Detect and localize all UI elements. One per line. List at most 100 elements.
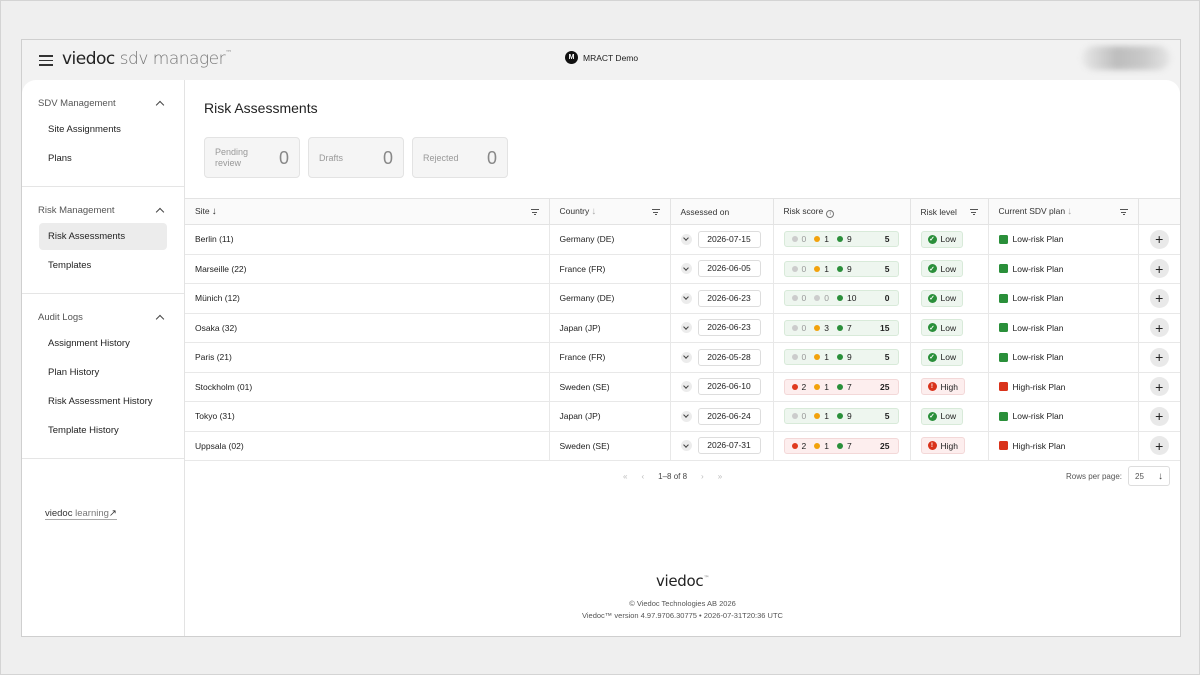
chevron-down-icon[interactable] bbox=[680, 233, 692, 245]
pagination: « ‹ 1–8 of 8 › » bbox=[623, 472, 722, 481]
chevron-down-icon[interactable] bbox=[680, 292, 692, 304]
red-dot-icon bbox=[791, 265, 798, 272]
plan-name[interactable]: High-risk Plan bbox=[1013, 441, 1066, 451]
add-button[interactable]: + bbox=[1149, 288, 1169, 308]
chevron-down-icon[interactable] bbox=[680, 322, 692, 334]
sidebar-item-templates[interactable]: Templates bbox=[39, 252, 167, 279]
risk-level-badge: ! High bbox=[920, 378, 965, 396]
filter-icon[interactable] bbox=[1119, 209, 1128, 215]
cell-risk-score: 2 1 7 25 bbox=[773, 431, 911, 461]
cell-site: Münich (12) bbox=[185, 283, 550, 314]
plan-color-square bbox=[998, 234, 1008, 244]
risk-score-badge: 0 1 9 5 bbox=[783, 408, 899, 425]
viedoc-learning-link[interactable]: viedoc learning↗ bbox=[45, 508, 117, 520]
plan-name[interactable]: Low-risk Plan bbox=[1013, 293, 1064, 303]
assessed-date[interactable]: 2026-06-24 bbox=[697, 407, 761, 425]
next-page-button[interactable]: › bbox=[701, 472, 704, 481]
previous-page-button[interactable]: ‹ bbox=[641, 472, 644, 481]
info-icon[interactable]: i bbox=[826, 209, 835, 218]
add-button[interactable]: + bbox=[1149, 406, 1169, 426]
sidebar-item-risk-assessments[interactable]: Risk Assessments bbox=[39, 223, 167, 250]
column-header-risk-level[interactable]: Risk level bbox=[910, 198, 989, 225]
assessed-date[interactable]: 2026-07-31 bbox=[697, 437, 761, 455]
column-header-risk-score[interactable]: Risk score i bbox=[773, 198, 911, 225]
cell-site: Berlin (11) bbox=[185, 224, 550, 255]
filter-icon[interactable] bbox=[651, 209, 660, 215]
assessed-date[interactable]: 2026-07-15 bbox=[697, 230, 761, 248]
cell-country: Japan (JP) bbox=[549, 313, 671, 343]
table-row[interactable]: Uppsala (02) Sweden (SE) 2026-07-31 2 1 7 25! H… bbox=[185, 431, 1180, 461]
project-selector[interactable]: M MRACT Demo bbox=[565, 51, 638, 64]
add-button[interactable]: + bbox=[1149, 318, 1169, 338]
plan-name[interactable]: Low-risk Plan bbox=[1013, 234, 1064, 244]
column-header-current-sdv-plan[interactable]: Current SDV plan ↓ bbox=[988, 198, 1139, 225]
table-row[interactable]: Stockholm (01) Sweden (SE) 2026-06-10 2 1 7 25… bbox=[185, 372, 1180, 402]
assessed-date[interactable]: 2026-06-23 bbox=[697, 319, 761, 337]
table-row[interactable]: Marseille (22) France (FR) 2026-06-05 0 1 9 5 ✓… bbox=[185, 254, 1180, 284]
column-header-site[interactable]: Site ↓ bbox=[185, 198, 550, 225]
hamburger-menu-icon[interactable] bbox=[39, 55, 53, 66]
column-header-country[interactable]: Country ↓ bbox=[549, 198, 671, 225]
stat-pending-review[interactable]: Pending review 0 bbox=[204, 137, 300, 178]
stat-drafts[interactable]: Drafts 0 bbox=[308, 137, 404, 178]
last-page-button[interactable]: » bbox=[718, 472, 722, 481]
filter-icon[interactable] bbox=[969, 209, 978, 215]
plan-name[interactable]: High-risk Plan bbox=[1013, 382, 1066, 392]
assessed-date[interactable]: 2026-06-23 bbox=[697, 289, 761, 307]
plan-name[interactable]: Low-risk Plan bbox=[1013, 411, 1064, 421]
risk-level-badge: ! High bbox=[920, 437, 965, 455]
sidebar-group-header[interactable]: Risk Management bbox=[22, 199, 184, 221]
cell-site: Uppsala (02) bbox=[185, 431, 550, 461]
plan-name[interactable]: Low-risk Plan bbox=[1013, 323, 1064, 333]
cell-assessed-on: 2026-06-23 bbox=[670, 283, 774, 314]
user-menu[interactable] bbox=[1082, 46, 1170, 70]
page-title: Risk Assessments bbox=[204, 100, 318, 116]
rows-per-page-select[interactable]: 25 ↓ bbox=[1128, 466, 1170, 486]
add-button[interactable]: + bbox=[1149, 229, 1169, 249]
sidebar-item-site-assignments[interactable]: Site Assignments bbox=[39, 116, 167, 143]
sidebar-group-header[interactable]: SDV Management bbox=[22, 92, 184, 114]
table-row[interactable]: Tokyo (31) Japan (JP) 2026-06-24 0 1 9 5 ✓ Low Lo… bbox=[185, 401, 1180, 432]
chevron-down-icon[interactable] bbox=[680, 351, 692, 363]
chevron-up-icon bbox=[155, 100, 165, 109]
table-row[interactable]: Berlin (11) Germany (DE) 2026-07-15 0 1 9 5 ✓ Lo… bbox=[185, 224, 1180, 255]
plan-name[interactable]: Low-risk Plan bbox=[1013, 264, 1064, 274]
brand-main: viedoc bbox=[62, 49, 115, 69]
red-dot-icon bbox=[791, 295, 798, 302]
sidebar-item-template-history[interactable]: Template History bbox=[39, 417, 167, 444]
sidebar-item-plans[interactable]: Plans bbox=[39, 145, 167, 172]
assessed-date[interactable]: 2026-06-10 bbox=[697, 378, 761, 396]
learning-label: learning bbox=[72, 508, 109, 519]
plan-name[interactable]: Low-risk Plan bbox=[1013, 352, 1064, 362]
assessed-date[interactable]: 2026-06-05 bbox=[697, 260, 761, 278]
first-page-button[interactable]: « bbox=[623, 472, 627, 481]
sidebar-item-assignment-history[interactable]: Assignment History bbox=[39, 330, 167, 357]
cell-country: France (FR) bbox=[549, 254, 671, 284]
filter-icon[interactable] bbox=[530, 209, 539, 215]
table-row[interactable]: Münich (12) Germany (DE) 2026-06-23 0 0 10 0 ✓ L… bbox=[185, 283, 1180, 314]
chevron-down-icon[interactable] bbox=[680, 381, 692, 393]
sidebar-item-plan-history[interactable]: Plan History bbox=[39, 359, 167, 386]
stat-label: Drafts bbox=[319, 153, 344, 163]
table-row[interactable]: Paris (21) France (FR) 2026-05-28 0 1 9 5 ✓ Low L… bbox=[185, 342, 1180, 373]
chevron-down-icon[interactable] bbox=[680, 263, 692, 275]
table-row[interactable]: Osaka (32) Japan (JP) 2026-06-23 0 3 7 15 ✓ Low L… bbox=[185, 313, 1180, 343]
sidebar-item-risk-assessment-history[interactable]: Risk Assessment History bbox=[39, 388, 167, 415]
brand-logo[interactable]: viedoc sdv manager™ bbox=[62, 49, 232, 69]
risk-level-badge: ✓ Low bbox=[920, 407, 964, 425]
score-red-count: 0 bbox=[801, 411, 807, 422]
assessed-date[interactable]: 2026-05-28 bbox=[697, 348, 761, 366]
column-header-assessed-on[interactable]: Assessed on bbox=[670, 198, 774, 225]
add-button[interactable]: + bbox=[1149, 347, 1169, 367]
stat-rejected[interactable]: Rejected 0 bbox=[412, 137, 508, 178]
green-dot-icon bbox=[836, 265, 843, 272]
orange-dot-icon bbox=[814, 442, 821, 449]
add-button[interactable]: + bbox=[1149, 259, 1169, 279]
column-header-actions bbox=[1138, 198, 1180, 225]
add-button[interactable]: + bbox=[1149, 436, 1169, 456]
plan-color-square bbox=[998, 293, 1008, 303]
chevron-down-icon[interactable] bbox=[680, 440, 692, 452]
sidebar-group-header[interactable]: Audit Logs bbox=[22, 306, 184, 328]
add-button[interactable]: + bbox=[1149, 377, 1169, 397]
chevron-down-icon[interactable] bbox=[680, 410, 692, 422]
